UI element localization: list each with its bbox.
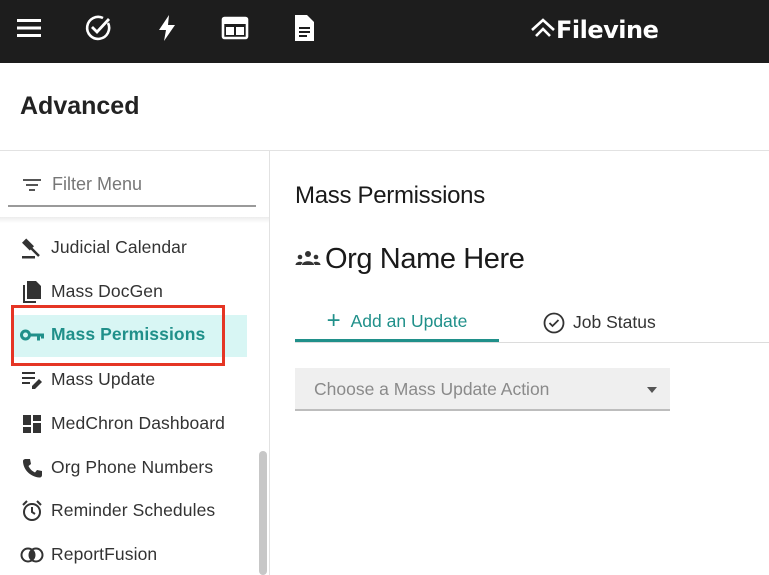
sidebar-item-org-phone-numbers[interactable]: Org Phone Numbers [0,447,262,487]
sidebar-item-label: MedChron Dashboard [51,412,225,433]
filevine-logo[interactable]: Filevine [530,12,659,48]
documents-icon [20,280,44,304]
lightning-icon[interactable] [153,14,181,42]
menu-icon[interactable] [15,14,43,42]
tab-label: Job Status [573,312,656,332]
annotation-highlight-box [11,305,225,366]
plus-icon: + [326,307,341,334]
check-circle-icon[interactable] [84,14,112,42]
tab-bar: + Add an Update Job Status [295,303,769,343]
sidebar-item-label: Mass DocGen [51,280,163,301]
tab-job-status[interactable]: Job Status [543,303,656,342]
sidebar-item-label: Reminder Schedules [51,499,216,520]
dashboard-icon [20,412,44,436]
tab-add-an-update[interactable]: + Add an Update [295,303,499,342]
document-icon[interactable] [290,14,318,42]
edit-list-icon [20,368,44,392]
alarm-icon [20,499,44,523]
org-heading: Org Name Here [295,239,525,279]
org-name: Org Name Here [325,242,525,275]
sidebar-item-label: Mass Update [51,368,156,389]
filter-menu-input[interactable]: Filter Menu [8,165,256,207]
filter-placeholder: Filter Menu [52,174,143,194]
page-title: Advanced [20,92,140,120]
page-header: Advanced [0,63,769,151]
check-circle-icon [543,312,565,333]
chevron-down-icon [647,387,657,393]
main-content: Mass Permissions Org Name Here + Add an … [271,151,769,575]
sidebar-item-label: ReportFusion [51,543,158,564]
top-navigation-bar: Filevine [0,0,769,63]
sidebar-item-label: Org Phone Numbers [51,456,214,477]
sidebar-item-reminder-schedules[interactable]: Reminder Schedules [0,490,262,530]
tab-label: Add an Update [350,310,468,331]
org-people-icon [295,248,321,271]
sidebar-scrollbar[interactable] [259,451,267,575]
sidebar-item-reportfusion[interactable]: ReportFusion [0,534,262,574]
filter-icon [22,177,42,198]
sidebar-item-medchron-dashboard[interactable]: MedChron Dashboard [0,403,262,443]
logo-chevrons-icon [531,18,555,37]
gavel-icon [20,236,44,260]
filter-divider [0,217,269,223]
sidebar-item-label: Judicial Calendar [51,236,187,257]
brand-name: Filevine [556,16,659,44]
section-title: Mass Permissions [295,182,485,209]
sidebar-item-judicial-calendar[interactable]: Judicial Calendar [0,227,262,267]
select-placeholder: Choose a Mass Update Action [314,379,550,399]
report-fusion-icon [20,543,44,567]
mass-update-action-select[interactable]: Choose a Mass Update Action [295,368,670,411]
phone-icon [20,456,44,480]
layout-icon[interactable] [221,14,249,42]
